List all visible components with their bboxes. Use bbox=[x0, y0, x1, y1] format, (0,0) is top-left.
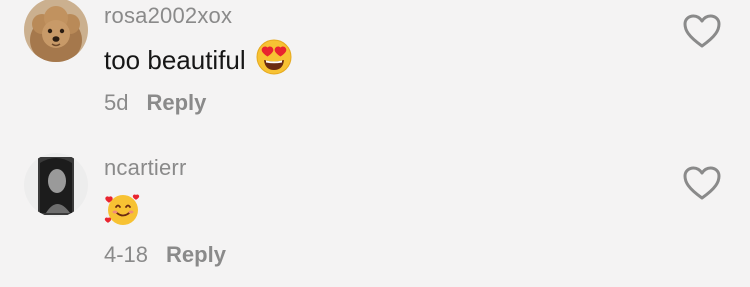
comment-text-row: too beautiful bbox=[104, 39, 292, 78]
comment-time: 4-18 bbox=[104, 242, 149, 267]
comment-username[interactable]: rosa2002xox bbox=[104, 3, 232, 29]
comment-time: 5d bbox=[104, 90, 129, 115]
like-button[interactable] bbox=[682, 165, 722, 201]
person-avatar-icon bbox=[24, 153, 88, 217]
reply-button[interactable]: Reply bbox=[166, 242, 226, 268]
comment-username[interactable]: ncartierr bbox=[104, 155, 187, 181]
avatar[interactable] bbox=[24, 0, 88, 62]
comment-meta: 5d Reply bbox=[104, 90, 206, 116]
heart-outline-icon bbox=[683, 166, 721, 200]
avatar[interactable] bbox=[24, 153, 88, 217]
comment-text: too beautiful bbox=[104, 44, 246, 75]
comment-meta: 4-18 Reply bbox=[104, 242, 226, 268]
heart-outline-icon bbox=[683, 14, 721, 48]
smiling-face-with-hearts-emoji-icon bbox=[104, 191, 142, 234]
heart-eyes-emoji-icon bbox=[256, 39, 292, 82]
comment-text-row bbox=[104, 193, 142, 230]
comment-item: rosa2002xox too beautiful 5d Reply bbox=[0, 0, 750, 140]
reply-button[interactable]: Reply bbox=[146, 90, 206, 116]
dog-avatar-icon bbox=[24, 0, 88, 62]
comment-item: ncartierr 4-18 Reply bbox=[0, 150, 750, 287]
like-button[interactable] bbox=[682, 13, 722, 49]
